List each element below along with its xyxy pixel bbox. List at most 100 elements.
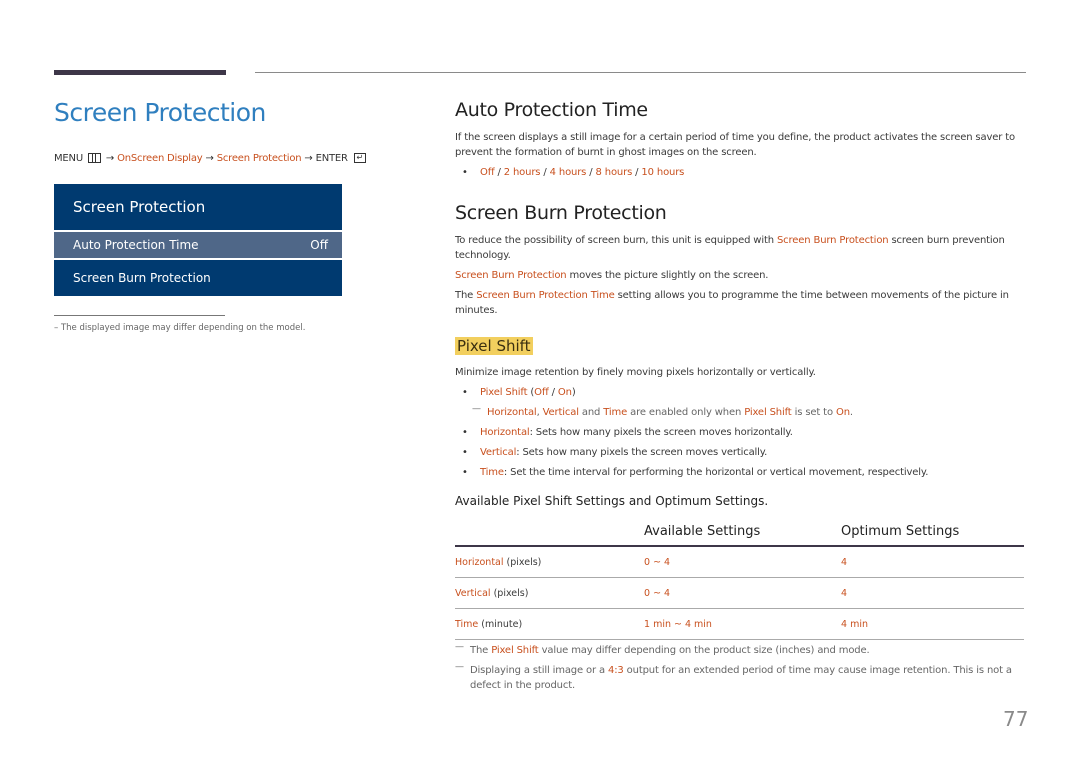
- text: : Sets how many pixels the screen moves …: [516, 447, 768, 458]
- auto-protection-section: Auto Protection Time If the screen displ…: [455, 99, 1025, 180]
- table-caption: Available Pixel Shift Settings and Optim…: [455, 494, 769, 508]
- table-header-row: Available Settings Optimum Settings: [455, 517, 1024, 547]
- osd-item-label: Auto Protection Time: [73, 238, 199, 252]
- header-bar-thin: [255, 72, 1026, 73]
- option-2-hours: 2 hours: [503, 167, 541, 178]
- row-unit: (minute): [478, 618, 523, 630]
- auto-protection-options: Off / 2 hours / 4 hours / 8 hours / 10 h…: [455, 165, 1025, 180]
- highlight-text: On: [835, 407, 850, 418]
- table-cell: 0 ~ 4: [644, 556, 671, 568]
- option-4-hours: 4 hours: [549, 167, 587, 178]
- table-cell: Horizontal (pixels): [455, 557, 644, 568]
- screen-burn-p2: Screen Burn Protection moves the picture…: [455, 268, 1025, 283]
- table-row: Horizontal (pixels) 0 ~ 4 4: [455, 547, 1024, 578]
- separator: /: [494, 167, 504, 178]
- arrow-icon: →: [205, 153, 214, 164]
- option-10-hours: 10 hours: [641, 167, 685, 178]
- text: The: [455, 290, 477, 301]
- arrow-icon: →: [105, 153, 115, 164]
- osd-header: Screen Protection: [54, 184, 342, 230]
- menu-icon: [87, 153, 101, 163]
- row-label: Vertical: [455, 587, 491, 599]
- row-unit: (pixels): [490, 587, 529, 599]
- footnote-pixel-shift: The Pixel Shift value may differ dependi…: [455, 640, 1025, 658]
- highlight-text: Time: [603, 407, 628, 418]
- text: are enabled only when: [627, 407, 745, 418]
- table-cell: 4 min: [841, 618, 868, 630]
- menu-path-step-screen-protection: Screen Protection: [216, 153, 302, 164]
- highlight-text: Screen Burn Protection: [776, 235, 889, 246]
- highlight-text: Pixel Shift: [480, 387, 528, 398]
- screen-burn-p1: To reduce the possibility of screen burn…: [455, 233, 1025, 263]
- pixel-shift-description: Minimize image retention by finely movin…: [455, 367, 816, 378]
- highlight-text: Time: [480, 467, 504, 478]
- bullet-horizontal: Horizontal: Sets how many pixels the scr…: [455, 425, 1025, 440]
- osd-item-auto-protection-time[interactable]: Auto Protection Time Off: [54, 232, 342, 258]
- text: To reduce the possibility of screen burn…: [455, 235, 777, 246]
- section-title-pixel-shift: Pixel Shift: [455, 337, 533, 355]
- text: : Set the time interval for performing t…: [503, 467, 929, 478]
- highlight-text: Pixel Shift: [491, 645, 539, 656]
- option-on: On: [557, 387, 572, 398]
- arrow-icon: →: [304, 153, 313, 164]
- row-label: Time: [455, 618, 479, 630]
- enter-icon: ↵: [353, 153, 366, 163]
- highlight-text: Vertical: [542, 407, 579, 418]
- pixel-shift-option-bullet: Pixel Shift (Off / On): [455, 385, 1025, 400]
- osd-item-value: Off: [310, 238, 328, 252]
- menu-path: MENU → OnScreen Display → Screen Protect…: [54, 153, 366, 164]
- highlight-text: Screen Burn Protection Time: [476, 290, 615, 301]
- separator: /: [586, 167, 596, 178]
- menu-path-step-onscreen-display: OnScreen Display: [117, 153, 203, 164]
- text: and: [578, 407, 604, 418]
- pixel-shift-enable-note: Horizontal, Vertical and Time are enable…: [472, 402, 1025, 420]
- page-number: 77: [1003, 707, 1029, 731]
- osd-menu: Screen Protection Auto Protection Time O…: [54, 184, 342, 296]
- highlight-text: Screen Burn Protection: [455, 270, 567, 281]
- screen-burn-p3: The Screen Burn Protection Time setting …: [455, 288, 1025, 318]
- text: Displaying a still image or a: [470, 665, 608, 676]
- header-bar-thick: [54, 70, 226, 75]
- separator: /: [540, 167, 550, 178]
- text: is set to: [791, 407, 836, 418]
- highlight-text: Horizontal: [480, 427, 530, 438]
- text: moves the picture slightly on the screen…: [566, 270, 769, 281]
- option-8-hours: 8 hours: [595, 167, 633, 178]
- table-cell: 4: [841, 556, 848, 568]
- row-unit: (pixels): [503, 556, 542, 568]
- enter-label: ENTER: [315, 153, 348, 164]
- pixel-shift-table: Available Settings Optimum Settings Hori…: [455, 517, 1024, 640]
- bullet-vertical: Vertical: Sets how many pixels the scree…: [455, 445, 1025, 460]
- auto-protection-description: If the screen displays a still image for…: [455, 132, 1015, 158]
- table-header: Available Settings: [644, 523, 761, 539]
- highlight-text: Horizontal: [487, 407, 537, 418]
- highlight-text: 4:3: [608, 665, 624, 676]
- section-title-screen-burn: Screen Burn Protection: [455, 202, 667, 224]
- table-row: Time (minute) 1 min ~ 4 min 4 min: [455, 609, 1024, 640]
- pixel-shift-section: Pixel Shift Minimize image retention by …: [455, 336, 1025, 508]
- row-label: Horizontal: [455, 556, 504, 568]
- screen-burn-section: Screen Burn Protection To reduce the pos…: [455, 202, 1025, 318]
- osd-item-label: Screen Burn Protection: [73, 271, 211, 285]
- osd-item-screen-burn-protection[interactable]: Screen Burn Protection: [54, 260, 342, 296]
- footnotes: The Pixel Shift value may differ dependi…: [455, 640, 1025, 693]
- text: The: [470, 645, 492, 656]
- text: value may differ depending on the produc…: [538, 645, 870, 656]
- highlight-text: Pixel Shift: [744, 407, 792, 418]
- table-cell: 1 min ~ 4 min: [644, 618, 712, 630]
- table-row: Vertical (pixels) 0 ~ 4 4: [455, 578, 1024, 609]
- table-cell: 0 ~ 4: [644, 587, 671, 599]
- text: : Sets how many pixels the screen moves …: [529, 427, 793, 438]
- menu-label: MENU: [54, 153, 83, 164]
- table-header: Optimum Settings: [841, 523, 960, 539]
- table-cell: Time (minute): [455, 619, 644, 630]
- page-title: Screen Protection: [54, 98, 266, 127]
- table-cell: 4: [841, 587, 848, 599]
- highlight-text: Vertical: [480, 447, 517, 458]
- option-off: Off: [480, 167, 495, 178]
- bullet-time: Time: Set the time interval for performi…: [455, 465, 1025, 480]
- model-note: – The displayed image may differ dependi…: [54, 323, 306, 333]
- section-title-auto-protection: Auto Protection Time: [455, 99, 648, 121]
- option-off: Off: [534, 387, 549, 398]
- footnote-image-retention: Displaying a still image or a 4:3 output…: [455, 660, 1025, 693]
